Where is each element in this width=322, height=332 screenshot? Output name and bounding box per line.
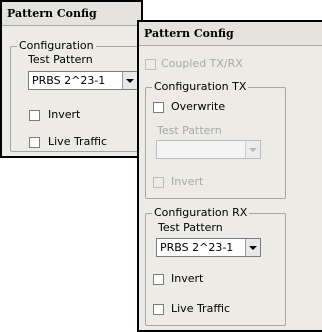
coupled-tx-rx-label: Coupled TX/RX xyxy=(161,57,243,70)
front-panel-title: Pattern Config xyxy=(139,22,322,46)
back-invert-label: Invert xyxy=(48,108,81,121)
rx-live-traffic-label: Live Traffic xyxy=(171,302,231,315)
back-live-traffic-label: Live Traffic xyxy=(48,135,108,148)
back-pattern-config-panel: Pattern Config Configuration Test Patter… xyxy=(0,0,170,158)
back-panel-title: Pattern Config xyxy=(2,2,141,26)
configuration-rx-group-title: Configuration RX xyxy=(152,206,250,220)
back-invert-checkbox[interactable] xyxy=(29,110,40,121)
rx-test-pattern-value: PRBS 2^23-1 xyxy=(160,241,234,254)
rx-invert-checkbox[interactable] xyxy=(153,274,164,285)
tx-invert-label: Invert xyxy=(171,175,204,188)
rx-invert-label: Invert xyxy=(171,272,204,285)
back-configuration-group-title: Configuration xyxy=(17,39,96,53)
coupled-tx-rx-checkbox[interactable] xyxy=(145,59,156,70)
back-live-traffic-checkbox[interactable] xyxy=(29,137,40,148)
tx-overwrite-label: Overwrite xyxy=(171,100,226,113)
rx-live-traffic-checkbox[interactable] xyxy=(153,304,164,315)
configuration-tx-group-title: Configuration TX xyxy=(152,80,249,94)
rx-dropdown-chevron-icon[interactable] xyxy=(245,239,260,256)
tx-overwrite-checkbox[interactable] xyxy=(153,102,164,113)
back-test-pattern-value: PRBS 2^23-1 xyxy=(32,74,106,87)
tx-dropdown-chevron-icon[interactable] xyxy=(245,141,260,158)
back-dropdown-chevron-icon[interactable] xyxy=(122,72,137,89)
tx-test-pattern-label: Test Pattern xyxy=(157,124,222,137)
rx-test-pattern-dropdown[interactable]: PRBS 2^23-1 xyxy=(156,238,261,257)
tx-test-pattern-dropdown[interactable] xyxy=(156,140,261,159)
tx-invert-checkbox[interactable] xyxy=(153,177,164,188)
back-test-pattern-label: Test Pattern xyxy=(28,53,93,66)
rx-test-pattern-label: Test Pattern xyxy=(158,221,223,234)
front-pattern-config-panel: Pattern Config Coupled TX/RX Configurati… xyxy=(137,20,322,332)
back-test-pattern-dropdown[interactable]: PRBS 2^23-1 xyxy=(28,71,138,90)
